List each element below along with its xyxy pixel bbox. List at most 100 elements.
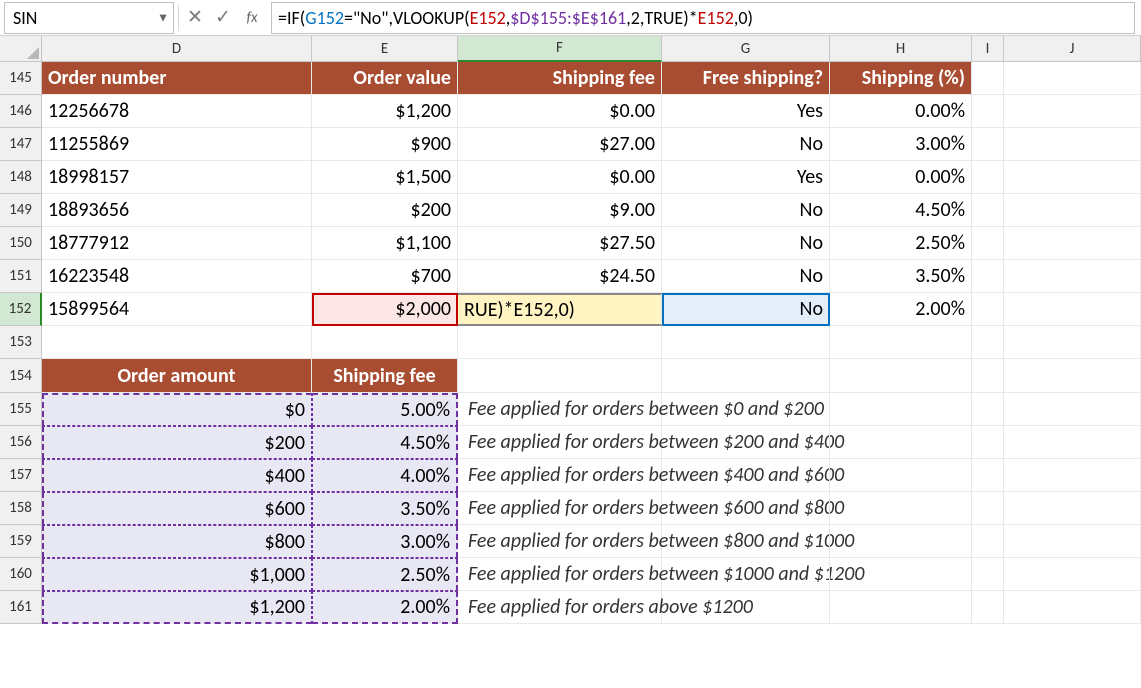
cell[interactable] (830, 558, 972, 591)
cell[interactable] (1004, 492, 1141, 525)
row-header[interactable]: 148 (0, 161, 42, 194)
cell[interactable] (1004, 293, 1141, 326)
cell[interactable] (830, 459, 972, 492)
cell[interactable]: $1,500 (312, 161, 458, 194)
note[interactable]: Fee applied for orders between $200 and … (458, 426, 662, 459)
note[interactable]: Fee applied for orders between $600 and … (458, 492, 662, 525)
cell[interactable]: Yes (662, 95, 830, 128)
header-free-shipping[interactable]: Free shipping? (662, 62, 830, 95)
cell[interactable]: $24.50 (458, 260, 662, 293)
cell[interactable] (1004, 95, 1141, 128)
cell[interactable]: 4.50% (312, 426, 458, 459)
cell[interactable]: Yes (662, 161, 830, 194)
cell[interactable] (1004, 359, 1141, 393)
cell[interactable]: $700 (312, 260, 458, 293)
cell[interactable] (972, 359, 1004, 393)
cell[interactable]: $27.00 (458, 128, 662, 161)
cell[interactable] (972, 128, 1004, 161)
col-header-E[interactable]: E (312, 36, 458, 62)
row-header[interactable]: 152 (0, 293, 42, 326)
cell[interactable] (662, 591, 830, 624)
cell[interactable] (972, 393, 1004, 426)
cell[interactable]: 3.50% (830, 260, 972, 293)
cell[interactable]: $27.50 (458, 227, 662, 260)
row-header[interactable]: 146 (0, 95, 42, 128)
header-order-number[interactable]: Order number (42, 62, 312, 95)
cell[interactable] (662, 426, 830, 459)
row-header[interactable]: 159 (0, 525, 42, 558)
cell[interactable]: No (662, 227, 830, 260)
cell[interactable] (830, 591, 972, 624)
lookup-header-amount[interactable]: Order amount (42, 359, 312, 393)
cell[interactable] (972, 459, 1004, 492)
cell[interactable]: 2.00% (312, 591, 458, 624)
row-header[interactable]: 158 (0, 492, 42, 525)
cell[interactable]: $600 (42, 492, 312, 525)
cell-E152[interactable]: $2,000 (312, 293, 458, 326)
formula-input[interactable]: =IF( G152 = "No" , VLOOKUP( E152 , $D$15… (271, 2, 1135, 34)
cell[interactable] (1004, 260, 1141, 293)
cell[interactable]: 0.00% (830, 95, 972, 128)
cell[interactable]: No (662, 260, 830, 293)
cell[interactable] (662, 326, 830, 359)
cell[interactable] (1004, 128, 1141, 161)
cell[interactable]: 2.50% (830, 227, 972, 260)
cell[interactable]: $900 (312, 128, 458, 161)
cell[interactable]: 18893656 (42, 194, 312, 227)
cell[interactable]: 12256678 (42, 95, 312, 128)
cell[interactable] (662, 393, 830, 426)
cancel-icon[interactable]: ✕ (181, 4, 209, 32)
cell[interactable] (830, 359, 972, 393)
row-header[interactable]: 155 (0, 393, 42, 426)
cell[interactable] (662, 459, 830, 492)
note[interactable]: Fee applied for orders above $1200 (458, 591, 662, 624)
cell[interactable]: 3.00% (830, 128, 972, 161)
cell[interactable] (972, 194, 1004, 227)
cell-F152-editing[interactable]: RUE)*E152,0) (458, 293, 662, 326)
cell[interactable] (972, 492, 1004, 525)
cell[interactable] (1004, 558, 1141, 591)
cell[interactable] (972, 95, 1004, 128)
cell[interactable]: 4.50% (830, 194, 972, 227)
cell[interactable] (830, 426, 972, 459)
header-shipping-pct[interactable]: Shipping (%) (830, 62, 972, 95)
cell[interactable] (1004, 227, 1141, 260)
cell[interactable] (662, 525, 830, 558)
cell[interactable]: 18777912 (42, 227, 312, 260)
cell[interactable]: 2.00% (830, 293, 972, 326)
cell[interactable] (830, 393, 972, 426)
row-header[interactable]: 150 (0, 227, 42, 260)
cell[interactable]: 11255869 (42, 128, 312, 161)
cell[interactable]: $200 (42, 426, 312, 459)
cell[interactable]: 2.50% (312, 558, 458, 591)
cell[interactable]: 3.00% (312, 525, 458, 558)
cell[interactable] (972, 62, 1004, 95)
lookup-header-fee[interactable]: Shipping fee (312, 359, 458, 393)
cell[interactable]: 4.00% (312, 459, 458, 492)
row-header[interactable]: 147 (0, 128, 42, 161)
cell[interactable]: 3.50% (312, 492, 458, 525)
note[interactable]: Fee applied for orders between $400 and … (458, 459, 662, 492)
cell[interactable] (972, 227, 1004, 260)
cell[interactable] (1004, 459, 1141, 492)
col-header-G[interactable]: G (662, 36, 830, 62)
cell[interactable]: No (662, 128, 830, 161)
cell[interactable] (458, 359, 662, 393)
row-header[interactable]: 160 (0, 558, 42, 591)
row-header[interactable]: 157 (0, 459, 42, 492)
cell[interactable]: $0.00 (458, 95, 662, 128)
cell[interactable]: 5.00% (312, 393, 458, 426)
cell[interactable] (1004, 62, 1141, 95)
cell[interactable] (830, 492, 972, 525)
name-box[interactable]: SIN ▼ (4, 2, 174, 34)
cell[interactable] (1004, 194, 1141, 227)
chevron-down-icon[interactable]: ▼ (157, 10, 169, 25)
row-header[interactable]: 161 (0, 591, 42, 624)
row-header[interactable]: 149 (0, 194, 42, 227)
confirm-icon[interactable]: ✓ (209, 4, 237, 32)
cell[interactable] (42, 326, 312, 359)
cell[interactable] (662, 492, 830, 525)
select-all-corner[interactable] (0, 36, 42, 62)
cell[interactable] (972, 326, 1004, 359)
row-header[interactable]: 145 (0, 62, 42, 95)
